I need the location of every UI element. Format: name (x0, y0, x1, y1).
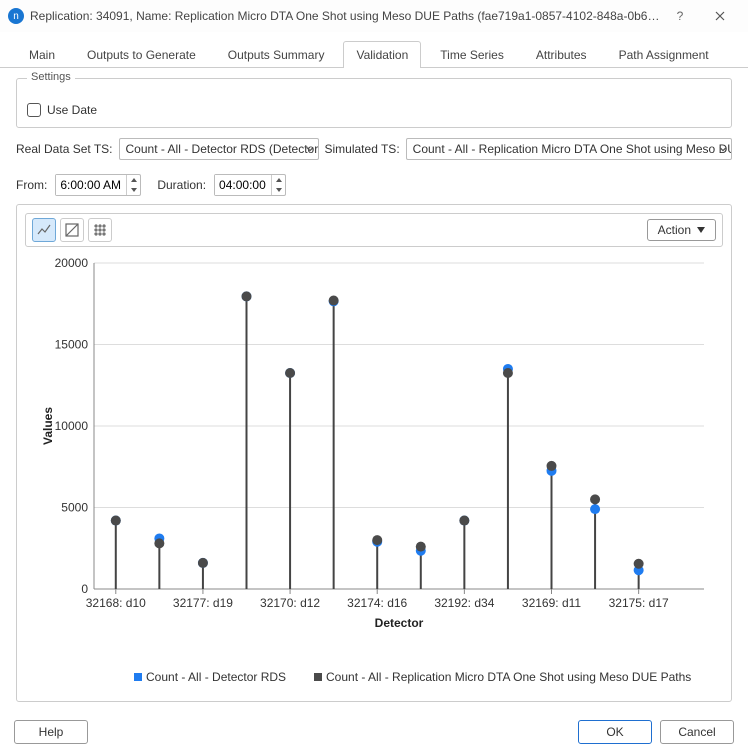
svg-text:Values: Values (41, 407, 55, 445)
svg-text:32174: d16: 32174: d16 (347, 596, 407, 610)
spin-down-icon[interactable] (272, 185, 285, 195)
svg-text:32170: d12: 32170: d12 (260, 596, 320, 610)
tab-main[interactable]: Main (16, 41, 68, 68)
line-chart-icon[interactable] (32, 218, 56, 242)
svg-text:32169: d11: 32169: d11 (522, 596, 581, 610)
svg-text:32177: d19: 32177: d19 (173, 596, 233, 610)
svg-text:32175: d17: 32175: d17 (609, 596, 669, 610)
ok-button[interactable]: OK (578, 720, 652, 744)
svg-text:32168: d10: 32168: d10 (86, 596, 146, 610)
from-time-input[interactable] (56, 175, 126, 195)
tab-outputs-summary[interactable]: Outputs Summary (215, 41, 338, 68)
titlebar: n Replication: 34091, Name: Replication … (0, 0, 748, 32)
use-date-row[interactable]: Use Date (27, 103, 721, 117)
real-ds-select[interactable]: Count - All - Detector RDS (Detector) (119, 138, 319, 160)
svg-text:Count - All - Detector RDS: Count - All - Detector RDS (146, 670, 286, 684)
settings-group: Settings Use Date (16, 78, 732, 128)
grid-chart-icon[interactable] (88, 218, 112, 242)
spin-up-icon[interactable] (272, 175, 285, 185)
svg-text:5000: 5000 (61, 501, 88, 515)
svg-text:10000: 10000 (55, 419, 89, 433)
use-date-checkbox[interactable] (27, 103, 41, 117)
real-ds-value: Count - All - Detector RDS (Detector) (126, 142, 319, 156)
footer: Help OK Cancel (0, 720, 748, 744)
tab-validation[interactable]: Validation (343, 41, 421, 68)
chart-svg: 0 5000 10000 15000 20000 Values 32168: d10 3217… (25, 253, 723, 693)
cancel-button[interactable]: Cancel (660, 720, 734, 744)
window-title: Replication: 34091, Name: Replication Mi… (30, 9, 660, 23)
sim-ts-select[interactable]: Count - All - Replication Micro DTA One … (406, 138, 732, 160)
tab-outputs-to-generate[interactable]: Outputs to Generate (74, 41, 209, 68)
settings-legend: Settings (27, 71, 75, 83)
app-icon: n (8, 8, 24, 24)
spin-up-icon[interactable] (127, 175, 140, 185)
spin-down-icon[interactable] (127, 185, 140, 195)
svg-text:20000: 20000 (55, 256, 89, 270)
tab-time-series[interactable]: Time Series (427, 41, 517, 68)
duration-label: Duration: (157, 178, 206, 192)
close-icon[interactable] (700, 2, 740, 30)
chart-area: 0 5000 10000 15000 20000 Values 32168: d10 3217… (25, 253, 723, 693)
help-icon[interactable]: ? (660, 2, 700, 30)
from-label: From: (16, 178, 47, 192)
svg-text:Count - All - Replication Micr: Count - All - Replication Micro DTA One … (326, 670, 691, 684)
svg-text:32192: d34: 32192: d34 (434, 596, 494, 610)
help-button[interactable]: Help (14, 720, 88, 744)
sim-ts-value: Count - All - Replication Micro DTA One … (413, 142, 732, 156)
chart-toolbar: Action (25, 213, 723, 247)
sim-ts-label: Simulated TS: (325, 142, 400, 156)
duration-input[interactable] (215, 175, 271, 195)
caret-down-icon (697, 227, 705, 233)
use-date-label: Use Date (47, 103, 97, 117)
chevron-down-icon (719, 142, 727, 156)
tab-attributes[interactable]: Attributes (523, 41, 600, 68)
svg-text:Detector: Detector (375, 616, 424, 630)
scatter-chart-icon[interactable] (60, 218, 84, 242)
action-label: Action (658, 223, 691, 237)
from-time-spinner[interactable] (55, 174, 141, 196)
svg-text:15000: 15000 (55, 338, 89, 352)
svg-text:0: 0 (81, 582, 88, 596)
real-ds-label: Real Data Set TS: (16, 142, 113, 156)
tab-path-assignment[interactable]: Path Assignment (606, 41, 722, 68)
chevron-down-icon (306, 142, 314, 156)
tab-bar: MainOutputs to GenerateOutputs SummaryVa… (0, 32, 748, 68)
chart-panel: Action 0 5000 10000 15000 20000 Values 32168: … (16, 204, 732, 702)
duration-spinner[interactable] (214, 174, 286, 196)
action-button[interactable]: Action (647, 219, 716, 241)
